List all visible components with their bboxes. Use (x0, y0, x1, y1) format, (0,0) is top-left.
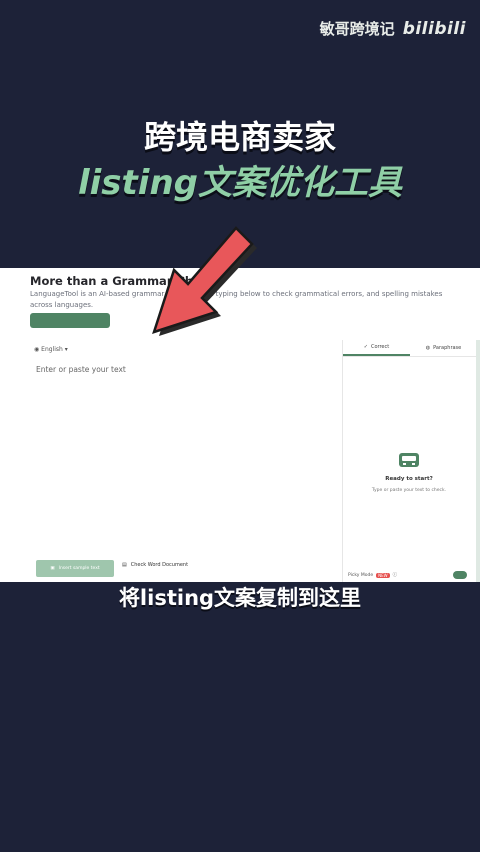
new-badge: NEW (376, 572, 390, 578)
caption: 将listing文案复制到这里 (118, 586, 362, 610)
editor-footer: ▣ Insert sample text ▤ Check Word Docume… (36, 560, 480, 580)
headline: 跨境电商卖家 (143, 118, 336, 156)
tab-correct-label: Correct (370, 344, 390, 350)
tab-correct[interactable]: ✓ Correct (343, 340, 410, 356)
text-editor-placeholder[interactable]: Enter or paste your text (36, 365, 126, 374)
language-selector[interactable]: ◉ English ▾ (34, 346, 68, 353)
bilibili-logo: bilibili (402, 18, 466, 39)
panel-tabs: ✓ Correct ◍ Paraphrase (343, 340, 477, 357)
tab-paraphrase-label: Paraphrase (433, 345, 462, 351)
language-label: English (41, 346, 63, 353)
paraphrase-icon: ◍ (425, 345, 431, 351)
panel-edge (476, 340, 480, 582)
info-icon: ⓘ (392, 573, 398, 578)
check-icon: ✓ (363, 344, 368, 350)
watermark-channel: 敏哥跨境记 (319, 20, 395, 38)
ready-title: Ready to start? (385, 476, 433, 482)
ready-icon (399, 453, 419, 467)
globe-icon: ◉ (34, 346, 40, 353)
results-panel: ✓ Correct ◍ Paraphrase (342, 340, 477, 582)
check-word-button[interactable]: ▤ Check Word Document (122, 562, 188, 568)
picky-toggle[interactable] (453, 571, 467, 579)
tab-paraphrase[interactable]: ◍ Paraphrase (410, 340, 477, 356)
image-icon: ▣ (50, 566, 55, 571)
ready-subtitle: Type or paste your text to check. (371, 488, 447, 493)
picky-mode[interactable]: Picky Mode NEW ⓘ (348, 572, 397, 578)
picky-label: Picky Mode (348, 572, 374, 578)
check-word-label: Check Word Document (130, 562, 189, 568)
document-icon: ▤ (122, 562, 127, 568)
subheadline: listing文案优化工具 (78, 163, 402, 203)
watermark: 敏哥跨境记 bilibili (320, 18, 466, 39)
pointer-arrow-icon (152, 226, 257, 336)
insert-sample-button[interactable]: ▣ Insert sample text (36, 560, 114, 577)
cta-button[interactable] (30, 313, 110, 328)
insert-sample-label: Insert sample text (58, 566, 100, 571)
chevron-down-icon: ▾ (64, 346, 68, 353)
